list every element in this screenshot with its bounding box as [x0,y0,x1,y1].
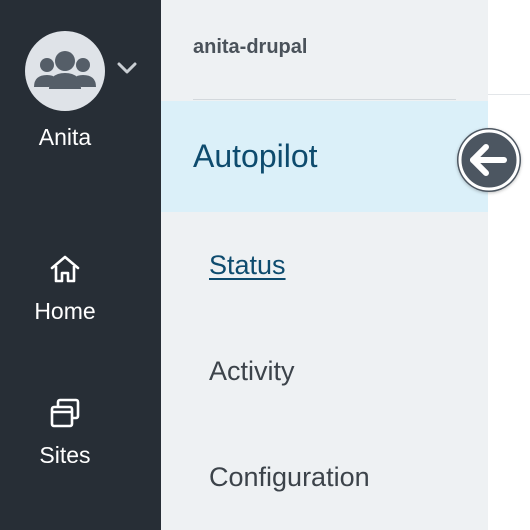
user-name: Anita [38,124,92,150]
section-title-autopilot[interactable]: Autopilot [193,138,318,175]
nav-link-configuration[interactable]: Configuration [209,462,370,493]
user-avatar[interactable] [25,31,105,111]
collapse-nav-button[interactable] [457,128,521,192]
nav-link-activity[interactable]: Activity [209,356,295,387]
arrow-left-icon [458,129,520,191]
secondary-nav: anita-drupal Autopilot Status Activity C… [161,0,488,530]
users-group-icon [34,51,96,89]
sites-icon [50,398,80,428]
rail-item-label: Home [34,298,96,324]
rail-item-label: Sites [39,442,91,468]
rail-item-sites[interactable]: Sites [0,396,130,469]
header-border [488,94,530,95]
nav-link-status[interactable]: Status [209,250,286,281]
site-name: anita-drupal [193,36,308,58]
left-rail: Anita Home Sites [0,0,161,530]
divider [193,99,456,100]
home-icon [50,255,80,283]
user-menu-chevron-down-icon[interactable] [116,60,138,76]
rail-item-home[interactable]: Home [0,252,130,325]
